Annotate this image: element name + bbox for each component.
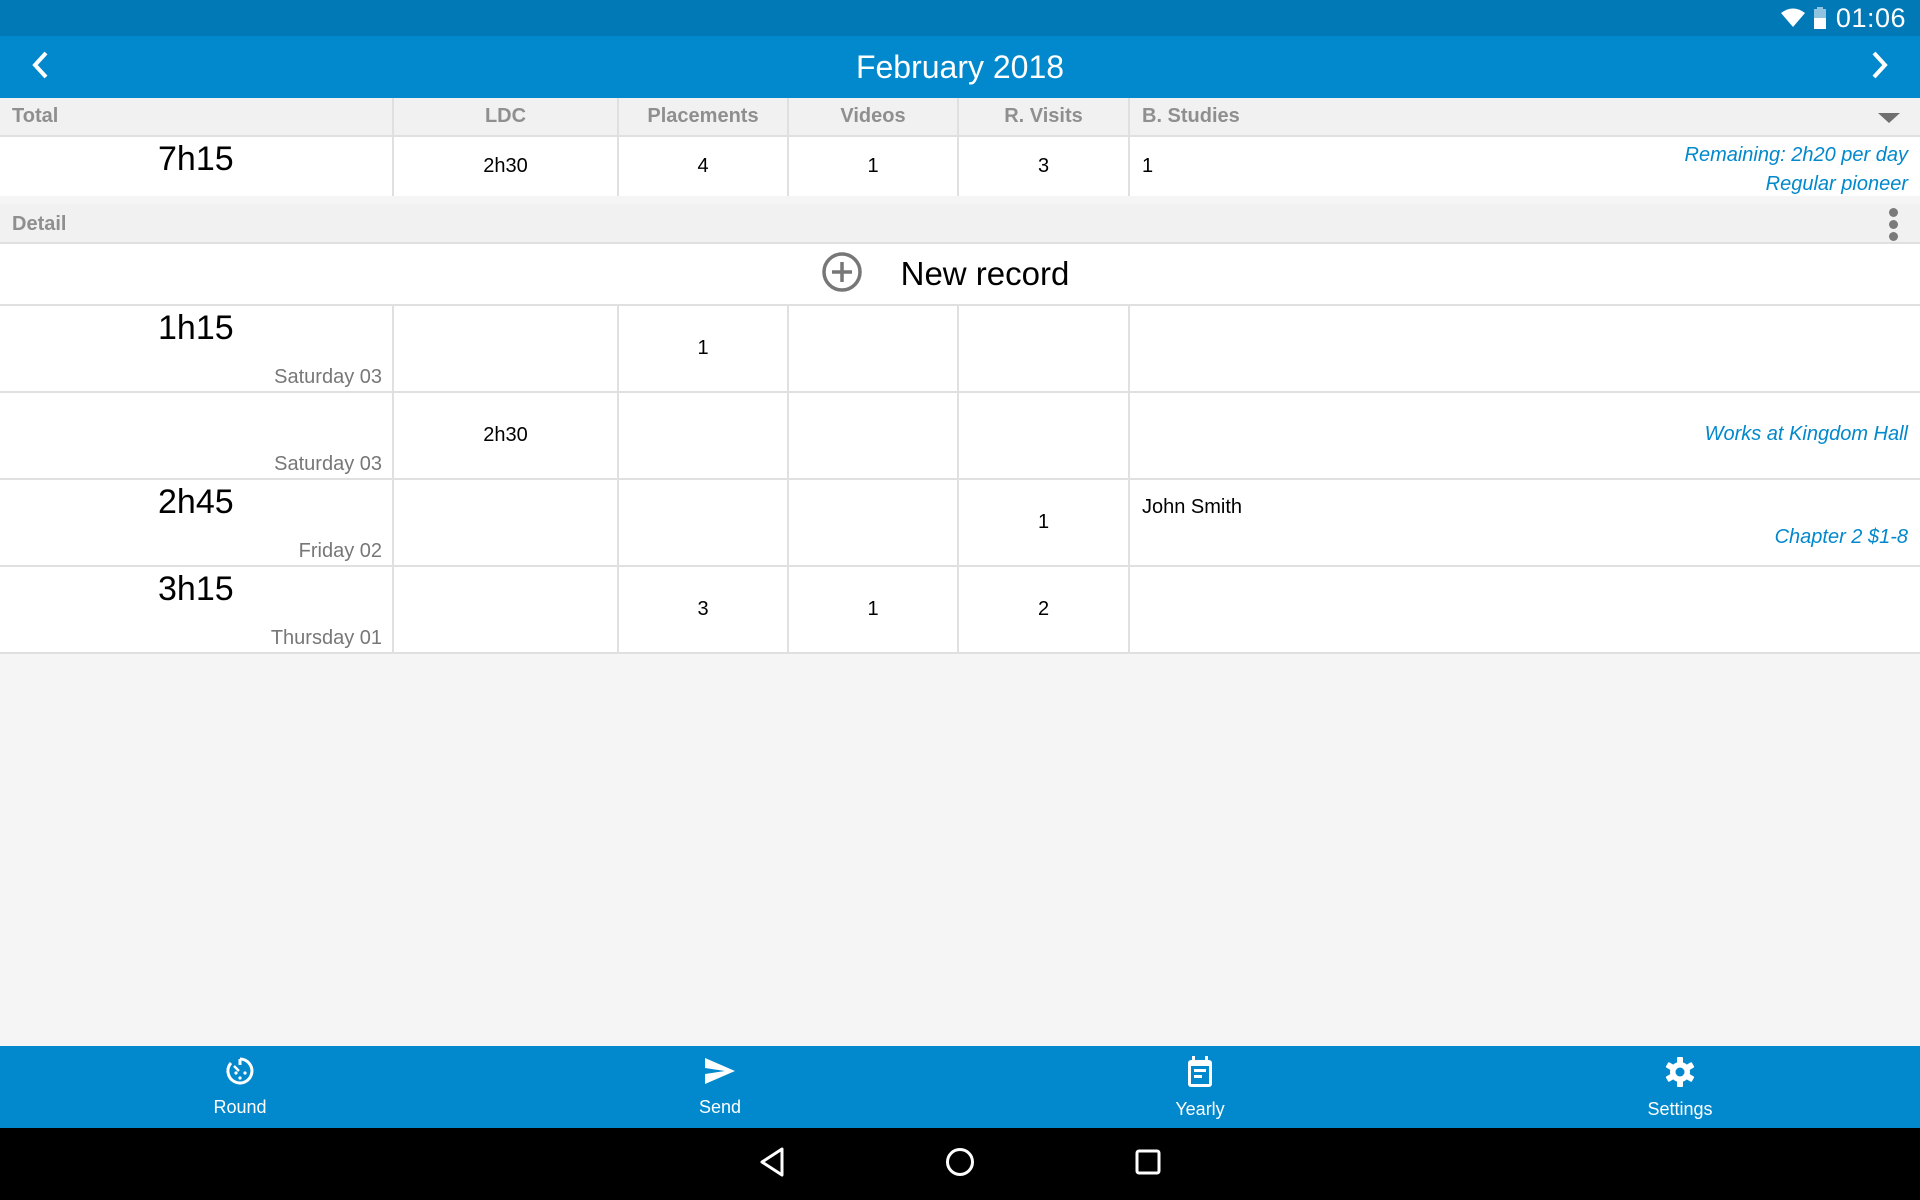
more-vert-icon-dot [1888, 232, 1898, 241]
row-studies-cell: John Smith Chapter 2 $1-8 [1130, 480, 1920, 565]
row-date: Saturday 03 [274, 453, 382, 475]
home-circle-icon [945, 1147, 975, 1182]
new-record-button[interactable]: New record [0, 244, 1920, 306]
remaining-per-day: Remaining: 2h20 per day [1684, 144, 1908, 166]
column-header-bible-studies-label: B. Studies [1142, 105, 1240, 127]
row-ldc [394, 480, 619, 565]
row-date: Friday 02 [298, 540, 382, 562]
row-note: Chapter 2 $1-8 [1774, 526, 1908, 548]
new-record-label: New record [900, 255, 1070, 292]
detail-label: Detail [12, 213, 67, 235]
total-ldc: 2h30 [394, 137, 619, 196]
row-date: Saturday 03 [274, 366, 382, 388]
row-return-visits [959, 393, 1130, 478]
timer-icon [225, 1056, 255, 1091]
total-bible-studies-cell: 1 Remaining: 2h20 per day Regular pionee… [1130, 137, 1920, 196]
system-navigation-bar [0, 1128, 1920, 1200]
row-placements: 3 [619, 567, 789, 652]
send-icon [703, 1056, 737, 1091]
total-return-visits: 3 [959, 137, 1130, 196]
table-row[interactable]: 2h45 Friday 02 1 John Smith Chapter 2 $1… [0, 480, 1920, 567]
row-studies-cell: Works at Kingdom Hall [1130, 393, 1920, 478]
total-hours: 7h15 [158, 140, 234, 178]
total-placements: 4 [619, 137, 789, 196]
column-header-videos: Videos [789, 98, 959, 135]
more-vert-icon-dot [1888, 208, 1898, 217]
row-ldc [394, 306, 619, 391]
pioneer-type: Regular pioneer [1765, 173, 1908, 195]
row-study-name: John Smith [1142, 496, 1243, 518]
row-hours: 1h15 [158, 309, 234, 347]
home-button[interactable] [930, 1134, 990, 1194]
table-row[interactable]: 1h15 Saturday 03 1 [0, 306, 1920, 393]
tab-yearly[interactable]: Yearly [960, 1046, 1440, 1128]
hours-cell: Saturday 03 [0, 393, 394, 478]
recents-button[interactable] [1118, 1134, 1178, 1194]
total-videos: 1 [789, 137, 959, 196]
column-header-ldc: LDC [394, 98, 619, 135]
table-row[interactable]: 3h15 Thursday 01 3 1 2 [0, 567, 1920, 654]
remaining-info: Remaining: 2h20 per day Regular pioneer [1685, 141, 1908, 199]
row-placements [619, 393, 789, 478]
tab-round-label: Round [213, 1097, 267, 1117]
totals-row: 7h15 2h30 4 1 3 1 Remaining: 2h20 per da… [0, 137, 1920, 196]
row-videos [789, 306, 959, 391]
row-return-visits: 2 [959, 567, 1130, 652]
calendar-icon [1185, 1056, 1215, 1093]
app-bar: February 2018 [0, 36, 1920, 98]
row-videos [789, 393, 959, 478]
back-triangle-icon [759, 1147, 785, 1182]
hours-cell: 3h15 Thursday 01 [0, 567, 394, 652]
column-header-bible-studies: B. Studies [1130, 98, 1920, 135]
total-bible-studies: 1 [1142, 155, 1154, 177]
row-hours: 3h15 [158, 570, 234, 608]
hours-cell: 1h15 Saturday 03 [0, 306, 394, 391]
tab-send-label: Send [698, 1097, 742, 1117]
clock: 01:06 [1835, 2, 1906, 33]
column-header-row: Total LDC Placements Videos R. Visits B.… [0, 98, 1920, 137]
more-options-button[interactable] [1888, 206, 1898, 242]
column-header-return-visits: R. Visits [959, 98, 1130, 135]
row-ldc: 2h30 [394, 393, 619, 478]
hours-cell: 2h45 Friday 02 [0, 480, 394, 565]
column-header-total: Total [0, 98, 394, 135]
add-circle-icon [821, 251, 863, 298]
total-hours-cell: 7h15 [0, 137, 394, 196]
tab-settings-label: Settings [1647, 1099, 1713, 1119]
row-studies-cell [1130, 306, 1920, 391]
more-vert-icon-dot [1888, 220, 1898, 229]
tab-send[interactable]: Send [480, 1046, 960, 1128]
recents-square-icon [1135, 1149, 1161, 1180]
column-header-placements: Placements [619, 98, 789, 135]
table-row[interactable]: Saturday 03 2h30 Works at Kingdom Hall [0, 393, 1920, 480]
row-return-visits [959, 306, 1130, 391]
status-bar: 01:06 [0, 0, 1920, 36]
detail-header: Detail [0, 204, 1920, 244]
row-studies-cell [1130, 567, 1920, 652]
wifi-icon [1780, 8, 1806, 28]
back-button[interactable] [742, 1134, 802, 1194]
row-date: Thursday 01 [270, 627, 382, 649]
row-placements [619, 480, 789, 565]
page-title: February 2018 [855, 49, 1065, 85]
tab-round[interactable]: Round [0, 1046, 480, 1128]
bottom-navigation: Round Send Yearly Settings [0, 1046, 1920, 1128]
row-ldc [394, 567, 619, 652]
chevron-right-icon [1870, 50, 1890, 85]
row-note: Works at Kingdom Hall [1704, 423, 1908, 445]
row-videos [789, 480, 959, 565]
tab-settings[interactable]: Settings [1440, 1046, 1920, 1128]
next-month-button[interactable] [1840, 36, 1920, 98]
battery-icon [1813, 7, 1826, 29]
row-hours: 2h45 [158, 483, 234, 521]
row-placements: 1 [619, 306, 789, 391]
gear-icon [1664, 1056, 1696, 1093]
row-videos: 1 [789, 567, 959, 652]
tab-yearly-label: Yearly [1175, 1099, 1225, 1119]
dropdown-arrow-icon[interactable] [1878, 113, 1900, 123]
row-return-visits: 1 [959, 480, 1130, 565]
